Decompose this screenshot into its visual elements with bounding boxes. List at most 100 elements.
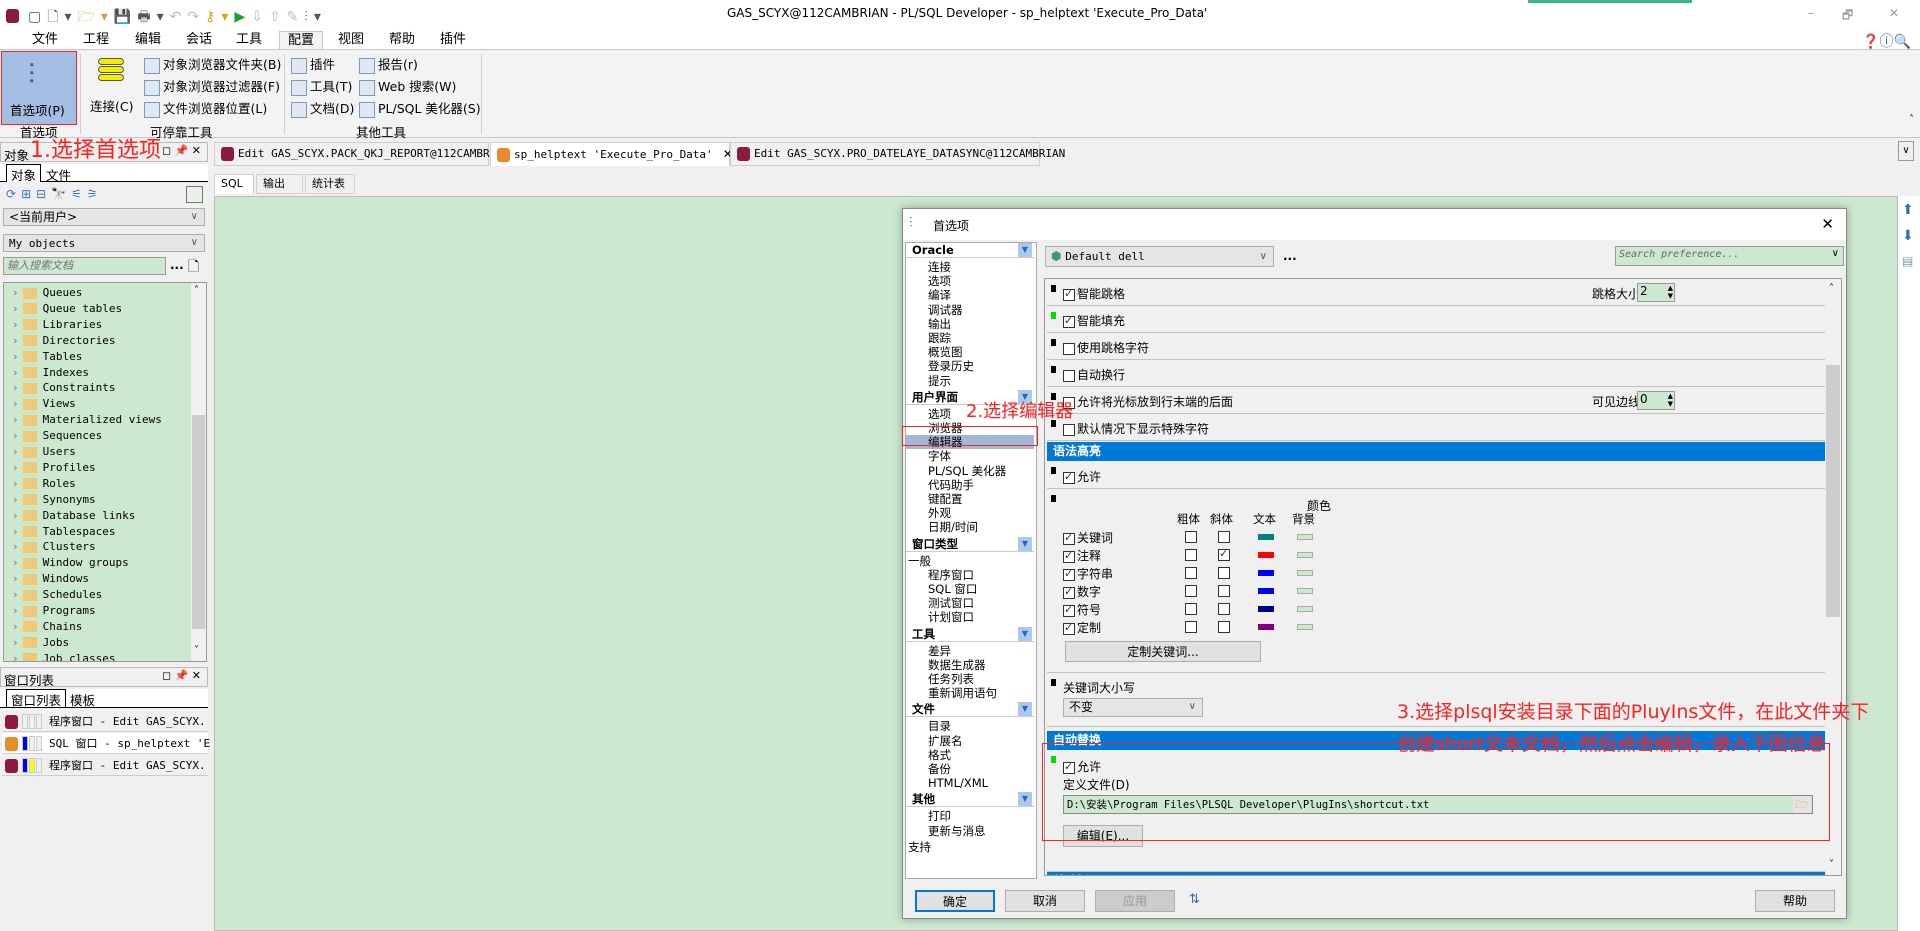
tab-list-dropdown[interactable]: ∨ <box>1898 141 1914 161</box>
text-color-swatch[interactable] <box>1258 570 1274 576</box>
chevron-right-icon[interactable]: › <box>12 588 19 601</box>
pin-icon[interactable]: 📌 <box>175 144 189 157</box>
chevron-right-icon[interactable]: › <box>12 413 19 426</box>
sub-tab[interactable]: SQL <box>214 174 254 194</box>
info-icon[interactable]: ⓘ <box>1879 34 1893 50</box>
tree-item[interactable]: › Indexes <box>12 365 89 381</box>
scroll-down-icon[interactable]: ˅ <box>1829 859 1834 870</box>
dockable-tool-item[interactable]: 对象浏览器文件夹(B) <box>144 55 281 75</box>
text-color-swatch[interactable] <box>1258 588 1274 594</box>
menu-tab[interactable]: 工具 <box>228 31 270 50</box>
checkbox[interactable] <box>1063 567 1075 581</box>
tree-item[interactable]: › Roles <box>12 476 76 492</box>
nav-item[interactable]: PL/SQL 美化器 <box>906 464 1034 478</box>
chevron-right-icon[interactable]: › <box>12 381 19 394</box>
spinner-input[interactable]: 0 ▲ ▼ <box>1637 391 1675 410</box>
chevron-right-icon[interactable]: › <box>12 445 19 458</box>
chevron-right-icon[interactable]: › <box>12 429 19 442</box>
tree-item[interactable]: › Clusters <box>12 539 96 555</box>
chevron-right-icon[interactable]: › <box>12 477 19 490</box>
scroll-up-icon[interactable]: ˄ <box>1829 283 1834 294</box>
nav-item[interactable]: 调试器 <box>906 303 1034 317</box>
close-window-button[interactable]: ✕ <box>1889 6 1899 20</box>
nav-item[interactable]: 任务列表 <box>906 672 1034 686</box>
nav-item[interactable]: 选项 <box>906 274 1034 288</box>
checkbox[interactable] <box>1063 369 1075 382</box>
print-icon[interactable]: 🖶▾ <box>137 9 169 25</box>
nav-item[interactable]: 编译 <box>906 288 1034 302</box>
sub-tab[interactable]: 输出 <box>256 174 303 194</box>
other-tool-item[interactable]: 文档(D) <box>291 99 354 119</box>
chevron-right-icon[interactable]: › <box>12 556 19 569</box>
chevron-right-icon[interactable]: › <box>12 652 19 661</box>
menu-tab[interactable]: 插件 <box>432 31 474 50</box>
chevron-right-icon[interactable]: › <box>12 318 19 331</box>
custom-keywords-button[interactable]: 定制关键词... <box>1065 641 1261 662</box>
filter-edit-icon[interactable]: ⚞ <box>87 187 103 201</box>
background-color-swatch[interactable] <box>1297 534 1313 540</box>
spinner-arrows-icon[interactable]: ▲ ▼ <box>1667 392 1673 408</box>
dialog-close-button[interactable]: ✕ <box>1821 215 1834 233</box>
other-tool-item[interactable]: 报告(r) <box>359 55 418 75</box>
chevron-right-icon[interactable]: › <box>12 525 19 538</box>
cancel-button[interactable]: 取消 <box>1005 890 1085 912</box>
preferences-icon[interactable]: ⫶ <box>304 9 314 25</box>
help-icon[interactable]: ❓ <box>1862 34 1879 50</box>
text-color-swatch[interactable] <box>1258 624 1274 630</box>
ok-button[interactable]: 确定 <box>915 890 995 912</box>
pin-icon[interactable]: 📌 <box>175 669 189 682</box>
nav-item[interactable]: 扩展名 <box>906 734 1034 748</box>
bold-checkbox[interactable] <box>1185 585 1197 597</box>
other-tool-item[interactable]: 工具(T) <box>291 77 352 97</box>
option-checkbox[interactable]: 自动换行 <box>1063 366 1125 383</box>
syntax-row-checkbox[interactable]: 符号 <box>1063 601 1101 618</box>
scroll-up-icon[interactable]: ˄ <box>194 285 199 296</box>
text-color-swatch[interactable] <box>1258 606 1274 612</box>
find-icon[interactable]: 🔭 <box>51 187 71 201</box>
nav-item[interactable]: 程序窗口 <box>906 568 1034 582</box>
scroll-thumb[interactable] <box>192 415 205 629</box>
syntax-row-checkbox[interactable]: 注释 <box>1063 547 1101 564</box>
background-color-swatch[interactable] <box>1297 570 1313 576</box>
tab-templates[interactable]: 模板 <box>70 690 95 709</box>
tree-item[interactable]: › Programs <box>12 603 96 619</box>
nav-item[interactable]: 键配置 <box>906 492 1034 506</box>
scroll-down-icon[interactable]: ˅ <box>194 645 199 656</box>
chevron-right-icon[interactable]: › <box>12 366 19 379</box>
bold-checkbox[interactable] <box>1185 603 1197 615</box>
nav-item[interactable]: HTML/XML <box>906 776 1034 790</box>
other-tool-item[interactable]: PL/SQL 美化器(S) <box>359 99 481 119</box>
tree-item[interactable]: › Job classes <box>12 651 115 661</box>
nav-item[interactable]: 差异 <box>906 644 1034 658</box>
keyword-case-select[interactable]: 不变 ∨ <box>1063 698 1203 717</box>
checkbox[interactable] <box>1063 531 1075 545</box>
arrow-up-circle-icon[interactable]: ⬆ <box>1902 202 1914 218</box>
collapse-triangle-icon[interactable]: ▼ <box>1018 702 1032 717</box>
export-settings-icon[interactable]: ⇅ <box>1189 892 1200 907</box>
document-tab[interactable]: sp_helptext 'Execute_Pro_Data' ✕ <box>490 142 733 166</box>
menu-tab[interactable]: 文件 <box>24 31 66 50</box>
nav-item[interactable]: 字体 <box>906 449 1034 463</box>
checkbox[interactable] <box>1063 621 1075 635</box>
float-icon[interactable]: ◻ <box>162 144 171 157</box>
chevron-right-icon[interactable]: › <box>12 286 19 299</box>
tree-item[interactable]: › Materialized views <box>12 412 162 428</box>
tree-item[interactable]: › Profiles <box>12 460 96 476</box>
syntax-allow-checkbox[interactable]: 允许 <box>1063 468 1101 485</box>
bold-checkbox[interactable] <box>1185 549 1197 561</box>
chevron-right-icon[interactable]: › <box>12 397 19 410</box>
chevron-right-icon[interactable]: › <box>12 636 19 649</box>
tree-item[interactable]: › Windows <box>12 571 89 587</box>
spinner-input[interactable]: 2 ▲ ▼ <box>1637 283 1675 302</box>
chevron-right-icon[interactable]: › <box>12 572 19 585</box>
background-color-swatch[interactable] <box>1297 606 1313 612</box>
tree-item[interactable]: › Synonyms <box>12 492 96 508</box>
open-icon[interactable]: 🗁▾ <box>78 9 114 25</box>
italic-checkbox[interactable] <box>1218 585 1230 597</box>
other-tool-item[interactable]: Web 搜索(W) <box>359 77 456 97</box>
italic-checkbox[interactable] <box>1218 531 1230 543</box>
nav-item[interactable]: 跟踪 <box>906 331 1034 345</box>
syntax-row-checkbox[interactable]: 字符串 <box>1063 565 1113 582</box>
dockable-tool-item[interactable]: 文件浏览器位置(L) <box>144 99 267 119</box>
close-panel-icon[interactable]: ✕ <box>192 144 201 157</box>
